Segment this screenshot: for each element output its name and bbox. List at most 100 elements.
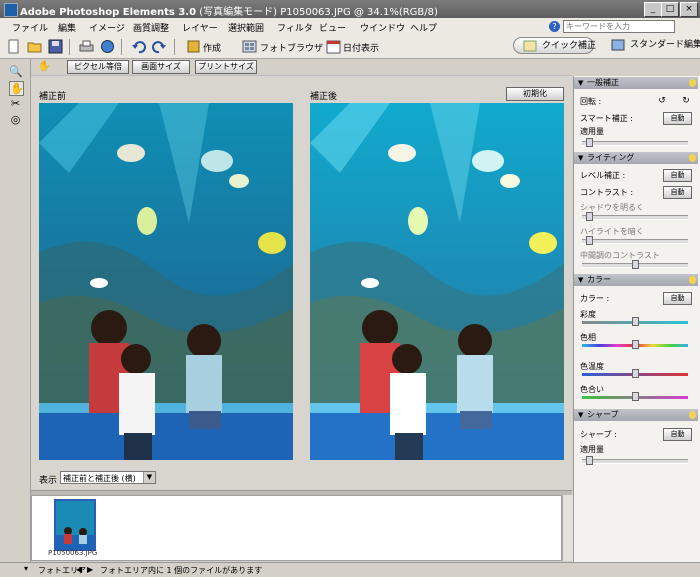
slider-knob[interactable]	[632, 260, 639, 269]
fit-screen-button[interactable]: 画面サイズ	[132, 60, 190, 74]
print-size-button[interactable]: プリントサイズ	[195, 60, 257, 74]
rotate-right-icon[interactable]: ↻	[680, 95, 692, 107]
menu-help[interactable]: ヘルプ	[410, 21, 437, 34]
quick-fix-button[interactable]: クイック補正	[513, 37, 596, 54]
photo-browser-icon[interactable]	[242, 39, 257, 54]
smart-fix-amount-label: 適用量	[580, 127, 604, 136]
calendar-icon[interactable]	[326, 39, 341, 54]
smart-fix-amount-slider[interactable]	[582, 138, 688, 147]
tint-slider[interactable]	[582, 392, 688, 401]
bin-scrollbar[interactable]	[562, 495, 573, 561]
menu-enhance[interactable]: 画質調整	[133, 21, 169, 34]
slider-knob[interactable]	[586, 236, 593, 245]
toolbar-separator	[174, 39, 175, 55]
undo-icon[interactable]	[131, 39, 146, 54]
hue-slider[interactable]	[582, 340, 688, 349]
new-file-icon[interactable]	[6, 39, 21, 54]
slider-knob[interactable]	[632, 340, 639, 349]
view-options-bar: ✋ ピクセル等倍 画面サイズ プリントサイズ	[31, 59, 572, 76]
slider-knob[interactable]	[632, 317, 639, 326]
hand-tool-icon[interactable]: ✋	[9, 81, 24, 96]
temperature-label: 色温度	[580, 362, 604, 371]
menu-image[interactable]: イメージ	[89, 21, 125, 34]
slider-knob[interactable]	[586, 138, 593, 147]
shadows-slider[interactable]	[582, 212, 688, 221]
status-bar: ▾ フォトエリア ◀ ▶ フォトエリア内に 1 個のファイルがあります	[0, 562, 700, 577]
app-icon	[4, 3, 18, 17]
next-arrow-icon[interactable]: ▶	[87, 565, 93, 574]
zoom-tool-icon[interactable]: 🔍	[9, 65, 23, 78]
sharpen-amount-label: 適用量	[580, 445, 604, 454]
midtone-contrast-slider[interactable]	[582, 260, 688, 269]
crop-tool-icon[interactable]: ✂	[9, 97, 22, 110]
slider-knob[interactable]	[632, 369, 639, 378]
levels-label: レベル補正 :	[580, 171, 626, 180]
color-header[interactable]: ▼ カラー	[574, 274, 698, 286]
prev-arrow-icon[interactable]: ◀	[76, 565, 82, 574]
save-icon[interactable]	[48, 39, 63, 54]
slider-knob[interactable]	[632, 392, 639, 401]
levels-auto-button[interactable]: 自動	[663, 169, 692, 182]
color-auto-button[interactable]: 自動	[663, 292, 692, 305]
before-photo[interactable]	[39, 103, 293, 460]
lightbulb-icon[interactable]	[689, 79, 696, 87]
midtone-contrast-label: 中間調のコントラスト	[580, 251, 660, 260]
smart-fix-auto-button[interactable]: 自動	[663, 112, 692, 125]
contrast-auto-button[interactable]: 自動	[663, 186, 692, 199]
maximize-button[interactable]: □	[661, 2, 679, 17]
menu-edit[interactable]: 編集	[58, 21, 76, 34]
help-icon[interactable]: ?	[549, 21, 560, 32]
create-icon[interactable]	[186, 39, 201, 54]
menu-layer[interactable]: レイヤー	[182, 21, 218, 34]
toolbar-separator	[121, 39, 122, 55]
menu-view[interactable]: ビュー	[319, 21, 346, 34]
hand-options-icon: ✋	[38, 61, 51, 72]
red-eye-tool-icon[interactable]: ◎	[9, 113, 22, 126]
rotate-left-icon[interactable]: ↺	[656, 95, 668, 107]
contrast-label: コントラスト :	[580, 188, 634, 197]
sharpen-amount-slider[interactable]	[582, 456, 688, 465]
photo-thumbnail[interactable]	[54, 499, 96, 551]
collapse-icon: ▼	[578, 154, 584, 162]
online-services-icon[interactable]	[100, 39, 115, 54]
standard-edit-label: スタンダード編集	[630, 40, 700, 50]
open-folder-icon[interactable]	[27, 39, 42, 54]
redo-icon[interactable]	[152, 39, 167, 54]
sharpen-auto-button[interactable]: 自動	[663, 428, 692, 441]
slider-knob[interactable]	[586, 456, 593, 465]
window-title: Adobe Photoshop Elements 3.0 (写真編集モード) P…	[20, 3, 438, 18]
standard-edit-button[interactable]: スタンダード編集	[602, 37, 700, 54]
photo-browser-button[interactable]: フォトブラウザ	[260, 41, 323, 54]
date-view-button[interactable]: 日付表示	[343, 41, 379, 54]
lightbulb-icon[interactable]	[689, 276, 696, 284]
chevron-down-icon[interactable]: ▾	[24, 564, 28, 573]
actual-pixels-button[interactable]: ピクセル等倍	[67, 60, 129, 74]
file-name: P1050063.JPG @ 34.1%(RGB/8)	[280, 7, 438, 18]
create-button[interactable]: 作成	[203, 41, 221, 54]
close-button[interactable]: ×	[680, 2, 698, 17]
lighting-header[interactable]: ▼ ライティング	[574, 152, 698, 164]
menu-window[interactable]: ウインドウ	[360, 21, 405, 34]
slider-knob[interactable]	[586, 212, 593, 221]
menu-select[interactable]: 選択範囲	[228, 21, 264, 34]
view-mode-select[interactable]: 補正前と補正後 (横) ▼	[60, 471, 156, 484]
minimize-button[interactable]: _	[644, 2, 662, 17]
general-fix-header[interactable]: ▼ 一般補正	[574, 77, 698, 89]
after-photo[interactable]	[310, 103, 564, 460]
saturation-slider[interactable]	[582, 317, 688, 326]
saturation-label: 彩度	[580, 310, 596, 319]
reset-button[interactable]: 初期化	[506, 87, 564, 101]
lightbulb-icon[interactable]	[689, 154, 696, 162]
lighting-title: ライティング	[587, 153, 635, 162]
menu-file[interactable]: ファイル	[12, 21, 48, 34]
highlights-slider[interactable]	[582, 236, 688, 245]
sharpen-header[interactable]: ▼ シャープ	[574, 409, 698, 421]
print-icon[interactable]	[79, 39, 94, 54]
hue-label: 色相	[580, 333, 596, 342]
temperature-slider[interactable]	[582, 369, 688, 378]
menu-filter[interactable]: フィルタ	[277, 21, 313, 34]
color-title: カラー	[587, 275, 611, 284]
lightbulb-icon[interactable]	[689, 411, 696, 419]
help-search-input[interactable]	[563, 20, 675, 33]
tint-label: 色合い	[580, 385, 604, 394]
